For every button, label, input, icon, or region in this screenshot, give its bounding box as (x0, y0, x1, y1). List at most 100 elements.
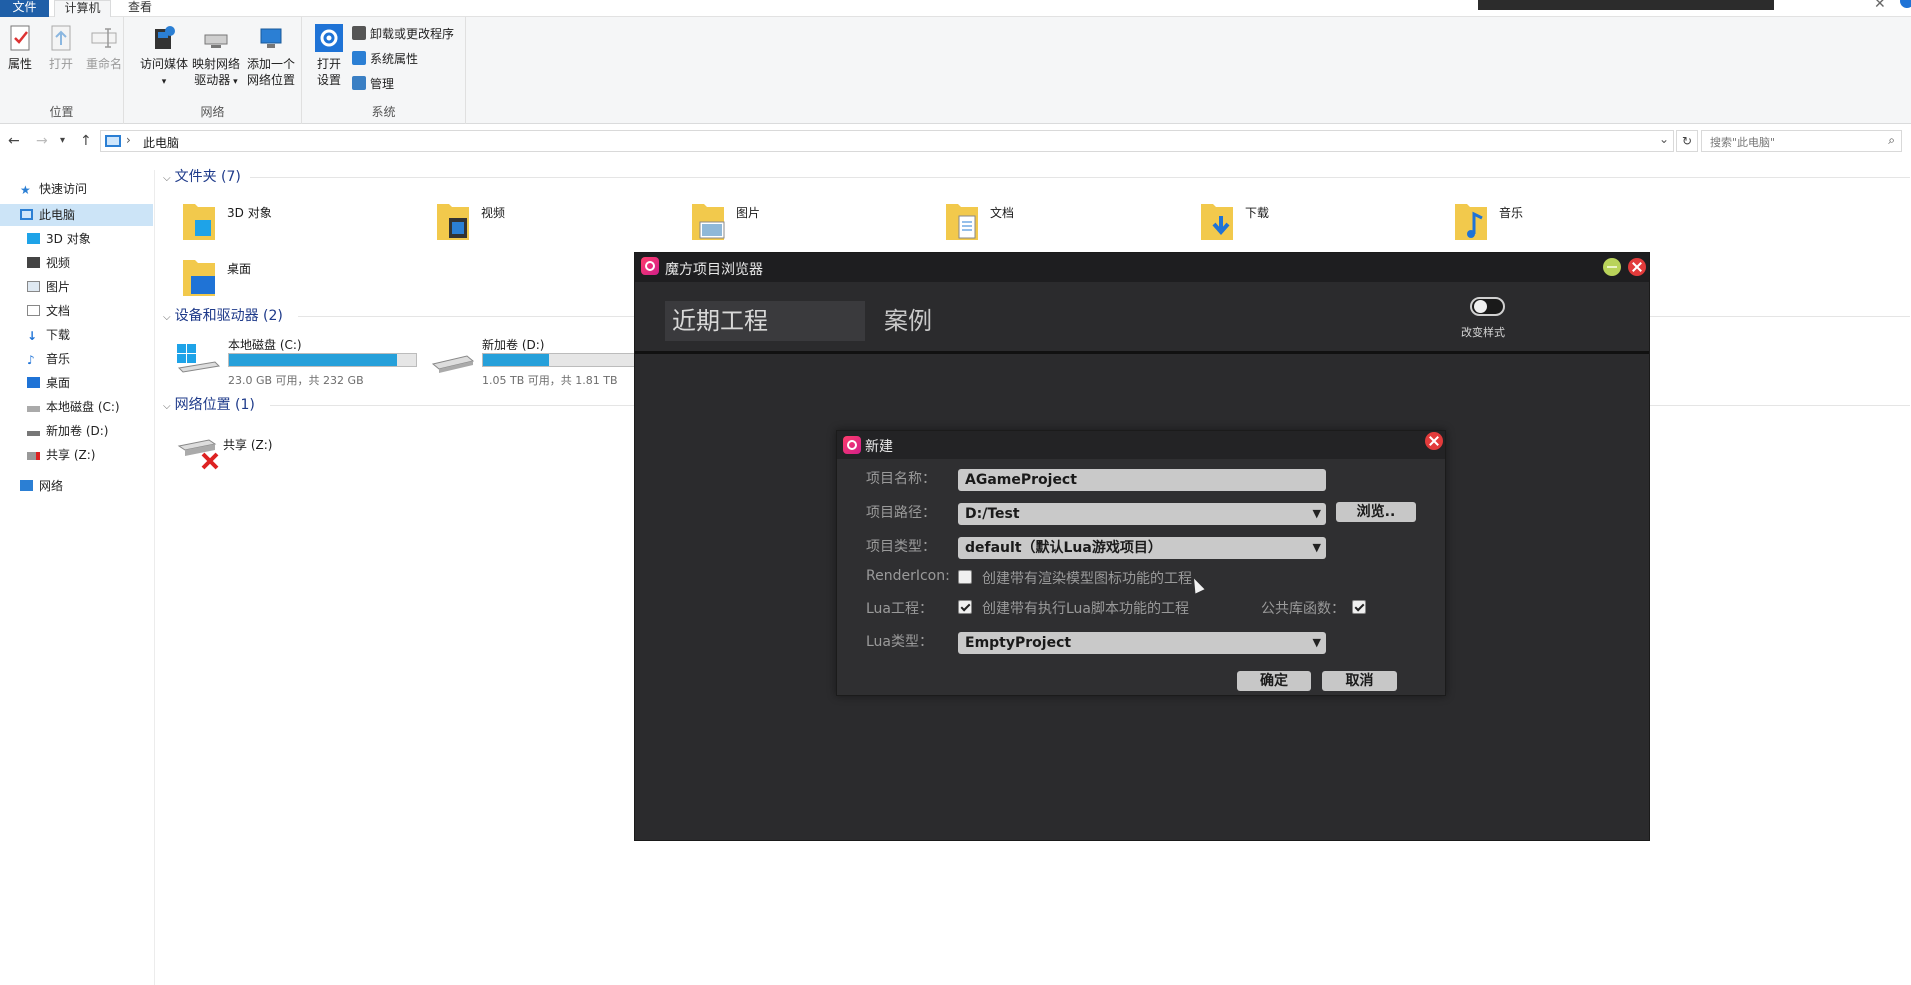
system-properties-button[interactable]: 系统属性 (352, 49, 418, 69)
sidebar-label: 共享 (Z:) (46, 448, 96, 462)
top-thumbnail-strip (1478, 0, 1774, 10)
manage-button[interactable]: 管理 (352, 74, 394, 94)
network-icon (20, 480, 33, 491)
lua-project-text: 创建带有执行Lua脚本功能的工程 (982, 601, 1190, 617)
sidebar-item-this-pc[interactable]: 此电脑 (0, 204, 153, 226)
folders-section-header[interactable]: ⌵ 文件夹 (7) (163, 167, 241, 187)
back-arrow-icon[interactable]: ← (8, 133, 20, 149)
sidebar-item-3d-objects[interactable]: 3D 对象 (27, 228, 91, 250)
breadcrumb[interactable]: 此电脑 (143, 134, 179, 151)
sidebar-item-local-disk-c[interactable]: 本地磁盘 (C:) (27, 396, 120, 418)
network-section-header[interactable]: ⌵ 网络位置 (1) (163, 395, 255, 415)
add-network-location-button[interactable]: 添加一个 网络位置 (244, 23, 298, 88)
render-icon-checkbox[interactable] (958, 570, 972, 584)
public-library-checkbox[interactable] (1352, 600, 1366, 614)
lua-project-checkbox[interactable] (958, 600, 972, 614)
sidebar-item-music[interactable]: ♪ 音乐 (27, 348, 70, 370)
close-button[interactable] (1628, 258, 1646, 276)
folder-videos[interactable]: 视频 (435, 198, 665, 248)
project-name-input[interactable]: AGameProject (958, 469, 1326, 491)
style-toggle[interactable] (1470, 297, 1505, 316)
drive-usage-fill (483, 354, 550, 366)
properties-label: 属性 (7, 57, 32, 71)
folder-music-icon (1455, 204, 1487, 240)
sidebar-item-pictures[interactable]: 图片 (27, 276, 70, 298)
section-title: 网络位置 (1) (174, 397, 255, 413)
sidebar-item-desktop[interactable]: 桌面 (27, 372, 70, 394)
tab-recent-projects[interactable]: 近期工程 (665, 301, 865, 341)
cube-icon (27, 233, 40, 244)
drives-section-header[interactable]: ⌵ 设备和驱动器 (2) (163, 306, 283, 326)
system-properties-label: 系统属性 (370, 52, 419, 66)
network-share-z[interactable]: 共享 (Z:) (177, 430, 407, 480)
folder-pictures[interactable]: 图片 (690, 198, 920, 248)
map-drive-label-2: 驱动器 (194, 73, 231, 87)
forward-arrow-icon[interactable]: → (36, 133, 48, 149)
folder-music[interactable]: 音乐 (1453, 198, 1683, 248)
up-arrow-icon[interactable]: ↑ (80, 133, 92, 149)
computer-icon (20, 209, 33, 220)
sidebar-item-quick-access[interactable]: ★ 快速访问 (20, 178, 87, 200)
minimize-button[interactable] (1603, 258, 1621, 276)
sidebar-item-documents[interactable]: 文档 (27, 300, 70, 322)
refresh-icon[interactable]: ↻ (1676, 130, 1698, 152)
drive-c[interactable]: 本地磁盘 (C:) 23.0 GB 可用，共 232 GB (175, 336, 435, 387)
sidebar-item-downloads[interactable]: ↓ 下载 (27, 324, 70, 346)
properties-button[interactable]: 属性 (5, 23, 35, 72)
map-network-drive-button[interactable]: 映射网络 驱动器 ▾ (190, 23, 242, 90)
rename-label: 重命名 (85, 57, 122, 71)
open-button[interactable]: 打开 (46, 23, 76, 72)
browser-titlebar[interactable]: 魔方项目浏览器 (635, 253, 1649, 282)
uninstall-program-button[interactable]: 卸载或更改程序 (352, 24, 454, 44)
folder-desktop-icon (183, 260, 215, 296)
folder-documents[interactable]: 文档 (944, 198, 1174, 248)
tab-view[interactable]: 查看 (120, 0, 160, 17)
sidebar-item-network[interactable]: 网络 (20, 475, 63, 497)
address-bar[interactable]: › 此电脑 ⌄ (100, 130, 1674, 152)
folder-3d-objects[interactable]: 3D 对象 (181, 198, 411, 248)
sidebar-label: 音乐 (46, 352, 71, 366)
chevron-down-icon: ⌵ (163, 312, 171, 323)
lua-type-label: Lua类型： (866, 634, 934, 650)
project-path-value: D:/Test (965, 506, 1020, 522)
cancel-button[interactable]: 取消 (1322, 671, 1397, 691)
search-input[interactable]: 搜索"此电脑" ⌕ (1701, 130, 1902, 152)
tab-file[interactable]: 文件 (0, 0, 49, 17)
folder-desktop[interactable]: 桌面 (181, 254, 411, 304)
group-system-title: 系统 (371, 105, 396, 119)
windows-drive-icon (177, 344, 221, 373)
address-dropdown-icon[interactable]: ⌄ (1659, 132, 1669, 146)
help-icon[interactable] (1900, 0, 1911, 8)
tab-computer[interactable]: 计算机 (54, 0, 111, 17)
media-icon (155, 26, 175, 49)
group-network: 访问媒体 ▾ 映射网络 驱动器 ▾ 添加一个 网络位置 网络 (124, 17, 302, 124)
dialog-titlebar[interactable]: 新建 (837, 431, 1445, 459)
sidebar-item-share-z[interactable]: 共享 (Z:) (27, 444, 95, 466)
group-system: 打开 设置 卸载或更改程序 系统属性 管理 系统 (302, 17, 466, 124)
sidebar-label: 本地磁盘 (C:) (46, 400, 120, 414)
lua-type-select[interactable]: EmptyProject ▼ (958, 632, 1326, 654)
sidebar-item-volume-d[interactable]: 新加卷 (D:) (27, 420, 108, 442)
browse-button[interactable]: 浏览.. (1336, 502, 1416, 522)
window-close-icon[interactable]: ✕ (1874, 0, 1886, 12)
dialog-close-button[interactable] (1425, 432, 1443, 450)
rename-button[interactable]: 重命名 (84, 23, 124, 72)
tab-cases[interactable]: 案例 (877, 301, 932, 341)
render-icon-text: 创建带有渲染模型图标功能的工程 (982, 571, 1192, 587)
uninstall-label: 卸载或更改程序 (370, 27, 455, 41)
folder-downloads[interactable]: 下载 (1199, 198, 1429, 248)
sidebar-label: 下载 (46, 328, 71, 342)
access-media-button[interactable]: 访问媒体 ▾ (139, 23, 189, 90)
group-network-title: 网络 (200, 105, 225, 119)
search-icon[interactable]: ⌕ (1888, 133, 1895, 148)
project-path-select[interactable]: D:/Test ▼ (958, 503, 1326, 525)
project-type-select[interactable]: default（默认Lua游戏项目） ▼ (958, 537, 1326, 559)
address-row: ← → ▾ ↑ › 此电脑 ⌄ ↻ 搜索"此电脑" ⌕ (0, 125, 1911, 157)
sidebar-item-videos[interactable]: 视频 (27, 252, 70, 274)
browser-title: 魔方项目浏览器 (665, 262, 763, 278)
recent-chevron-icon[interactable]: ▾ (60, 135, 65, 146)
open-settings-button[interactable]: 打开 设置 (311, 23, 347, 88)
group-location-title: 位置 (49, 105, 74, 119)
add-location-label-1: 添加一个 (246, 57, 295, 71)
ok-button[interactable]: 确定 (1237, 671, 1311, 691)
